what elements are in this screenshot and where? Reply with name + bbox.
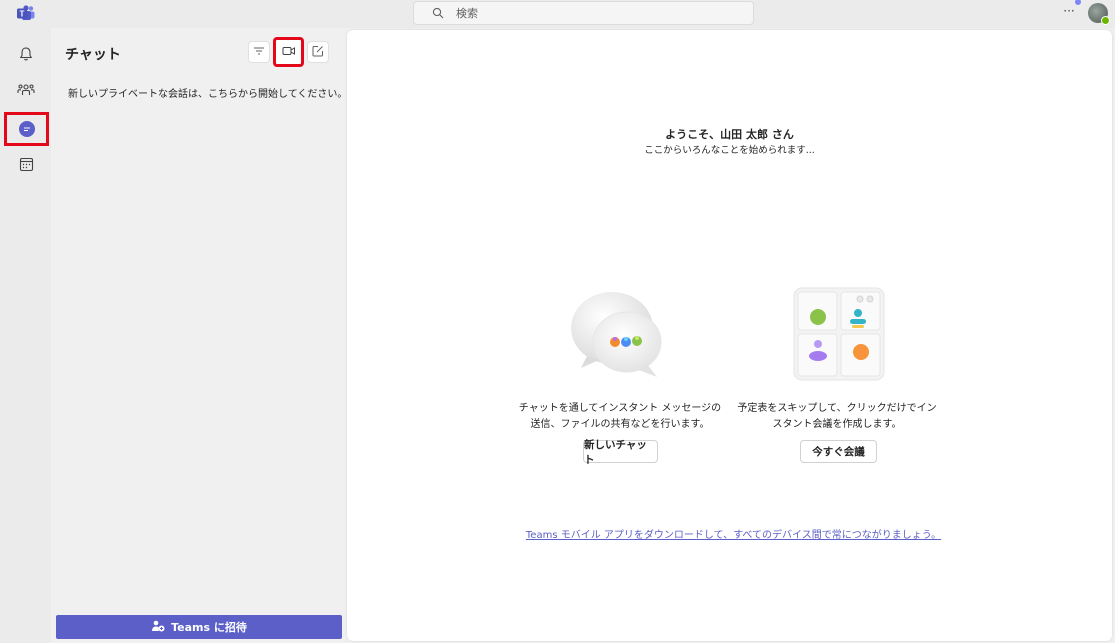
meeting-illustration [784, 280, 894, 390]
rail-item-calendar[interactable] [12, 152, 40, 180]
teams-people-icon [17, 82, 35, 101]
page-title: チャット [65, 47, 121, 63]
add-person-icon [151, 620, 165, 635]
rail-item-teams[interactable] [12, 77, 40, 105]
more-options-button[interactable]: ··· [1060, 4, 1078, 22]
meeting-card-line1: 予定表をスキップして、クリックだけでイン [737, 403, 937, 414]
teams-logo-icon[interactable]: T [17, 5, 35, 21]
meet-now-button[interactable] [273, 37, 304, 67]
meet-now-cta-button[interactable]: 今すぐ会議 [800, 440, 877, 463]
filter-button[interactable] [248, 41, 270, 63]
title-bar: T 検索 ··· [0, 0, 1115, 28]
bell-icon [18, 46, 34, 65]
filter-icon [253, 45, 265, 59]
new-chat-button[interactable] [307, 41, 329, 63]
meeting-card-line2: スタント会議を作成します。 [772, 419, 902, 430]
chat-list-panel: チャット 新しいプライベートな会話は、こちらから開始してください。 Teams … [51, 28, 348, 643]
app-rail [0, 28, 51, 643]
avatar[interactable] [1088, 3, 1110, 25]
chat-card-line1: チャットを通してインスタント メッセージの [518, 403, 722, 414]
search-placeholder: 検索 [456, 7, 478, 20]
compose-icon [312, 45, 324, 60]
chat-icon [18, 121, 35, 137]
video-camera-icon [282, 45, 296, 59]
invite-to-teams-button[interactable]: Teams に招待 [56, 615, 342, 639]
rail-item-chat[interactable] [4, 112, 49, 146]
welcome-title: ようこそ、山田 太郎 さん [665, 128, 794, 141]
chat-card-line2: 送信、ファイルの共有などを行います。 [530, 419, 710, 430]
invite-label: Teams に招待 [171, 621, 247, 634]
meeting-card-description: 予定表をスキップして、クリックだけでイン スタント会議を作成します。 [727, 401, 947, 433]
search-icon [432, 7, 444, 19]
presence-status-icon [1101, 16, 1110, 25]
welcome-pane: ようこそ、山田 太郎 さん ここからいろんなことを始められます... チャットを… [347, 30, 1112, 641]
welcome-subtitle: ここからいろんなことを始められます... [644, 145, 815, 156]
rail-item-activity[interactable] [12, 41, 40, 69]
mobile-app-download-link[interactable]: Teams モバイル アプリをダウンロードして、すべてのデバイス間で常につながり… [347, 526, 1115, 541]
chat-empty-hint: 新しいプライベートな会話は、こちらから開始してください。 [68, 89, 348, 100]
search-input[interactable]: 検索 [413, 1, 754, 25]
svg-text:T: T [20, 10, 25, 19]
new-chat-cta-button[interactable]: 新しいチャット [583, 439, 658, 466]
chat-card-description: チャットを通してインスタント メッセージの 送信、ファイルの共有などを行います。 [510, 401, 730, 433]
calendar-icon [19, 157, 34, 175]
chat-illustration [565, 278, 675, 388]
